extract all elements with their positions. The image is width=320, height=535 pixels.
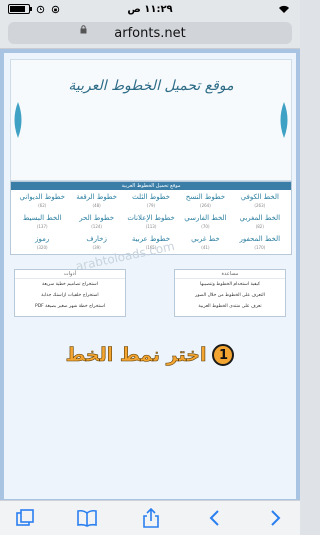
font-category-name: الخط المغربي xyxy=(239,214,281,222)
tabs-button[interactable] xyxy=(14,507,36,529)
wifi-icon xyxy=(278,5,290,17)
url-text: arfonts.net xyxy=(114,25,186,41)
tools-link[interactable]: استخراج خلفيات ازاستك جذابة xyxy=(15,290,125,301)
tabs-icon xyxy=(16,509,34,526)
share-button[interactable] xyxy=(140,507,162,529)
font-category-name: الخط البسيط xyxy=(22,214,62,222)
address-bar: arfonts.net xyxy=(0,20,300,49)
help-box-title: مساعدة xyxy=(175,270,285,279)
font-category-link[interactable]: خطوط الثلث (79) xyxy=(124,192,178,213)
help-link[interactable]: كيفية استخدام الخطوط وتنصيبها xyxy=(175,279,285,290)
side-ornament-right-icon xyxy=(280,102,288,138)
font-category-name: خطوط الديواني xyxy=(19,193,65,201)
share-icon xyxy=(143,507,159,528)
font-category-link[interactable]: خطوط النسخ (264) xyxy=(178,192,232,213)
back-icon xyxy=(271,510,281,526)
panel-title: موقع تحميل الخطوط العربية xyxy=(11,182,291,190)
font-category-name: خطوط الحر xyxy=(79,214,115,222)
font-category-count: (137) xyxy=(36,224,48,229)
forward-button[interactable] xyxy=(204,507,226,529)
font-category-name: الخط الكوفي xyxy=(240,193,279,201)
web-content: موقع تحميل الخطوط العربية موقع تحميل الخ… xyxy=(0,49,300,500)
safari-toolbar xyxy=(0,500,300,535)
url-field[interactable]: arfonts.net xyxy=(8,22,292,44)
font-category-count: (113) xyxy=(145,224,157,229)
help-link[interactable]: التعرف على الخطوط من خلال الصور xyxy=(175,290,285,301)
site-title: موقع تحميل الخطوط العربية xyxy=(68,78,234,94)
back-button[interactable] xyxy=(264,507,286,529)
help-link[interactable]: تعرف على منتدى الخطوط العربية xyxy=(175,301,285,312)
font-category-count: (79) xyxy=(146,203,156,208)
info-boxes: مساعدة كيفية استخدام الخطوط وتنصيبها الت… xyxy=(14,269,286,321)
web-page: موقع تحميل الخطوط العربية موقع تحميل الخ… xyxy=(4,53,296,499)
font-category-name: الخط الفارسي xyxy=(184,214,227,222)
bookmarks-button[interactable] xyxy=(76,507,98,529)
font-category-count: (48) xyxy=(92,203,101,208)
font-category-link[interactable]: خطوط الحر (124) xyxy=(69,213,123,234)
font-category-link[interactable]: خطوط الإعلانات (113) xyxy=(124,213,178,234)
font-category-name: خطوط الرقعة xyxy=(76,193,118,201)
tools-box-title: أدوات xyxy=(15,270,125,279)
font-category-link[interactable]: خطوط الرقعة (48) xyxy=(69,192,123,213)
font-category-name: خطوط النسخ xyxy=(185,193,226,201)
font-category-count: (124) xyxy=(91,224,102,229)
status-time: ١١:٢٩ ص xyxy=(127,4,173,15)
side-ornament-left-icon xyxy=(14,102,22,138)
tools-link[interactable]: استخراج خطة شهر صغير بصيغة PDF xyxy=(15,301,125,312)
step-callout: 1 اختر نمط الخط xyxy=(4,341,296,369)
font-category-count: (39) xyxy=(92,245,101,250)
tools-link[interactable]: استخراج تصاميم خطية سريعة xyxy=(15,279,125,290)
step-text: اختر نمط الخط xyxy=(65,344,207,367)
font-category-link[interactable]: رموز (320) xyxy=(15,234,69,255)
font-category-count: (263) xyxy=(254,203,266,208)
font-category-count: (170) xyxy=(254,245,266,250)
step-number-badge: 1 xyxy=(212,344,235,366)
lock-icon xyxy=(80,25,87,34)
forward-icon xyxy=(209,510,219,526)
font-category-name: زخارف xyxy=(86,235,107,243)
font-category-count: (62) xyxy=(38,203,47,208)
site-header: موقع تحميل الخطوط العربية xyxy=(10,59,292,181)
font-category-count: (264) xyxy=(200,203,211,208)
font-category-name: خطوط الإعلانات xyxy=(127,214,175,222)
tools-box: أدوات استخراج تصاميم خطية سريعة استخراج … xyxy=(14,269,126,317)
font-category-count: (320) xyxy=(36,245,48,250)
bookmarks-icon xyxy=(77,509,97,527)
font-category-link[interactable]: الخط البسيط (137) xyxy=(15,213,69,234)
font-category-link[interactable]: الخط الكوفي (263) xyxy=(233,192,287,213)
help-box: مساعدة كيفية استخدام الخطوط وتنصيبها الت… xyxy=(174,269,286,317)
font-category-name: رموز xyxy=(35,235,50,243)
font-category-name: خطوط الثلث xyxy=(132,193,170,201)
status-bar: ١١:٢٩ ص xyxy=(0,0,300,20)
font-category-link[interactable]: خطوط الديواني (62) xyxy=(15,192,69,213)
